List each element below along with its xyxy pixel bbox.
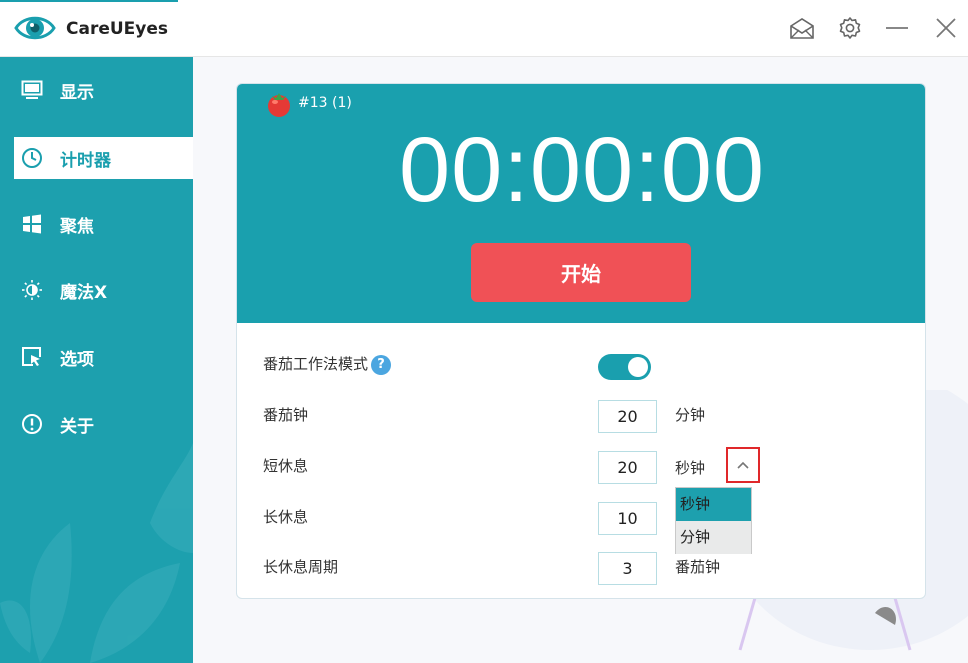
sidebar-item-label: 计时器 <box>60 150 111 171</box>
eye-logo-icon <box>14 16 56 40</box>
sidebar-item-display[interactable]: 显示 <box>14 69 193 111</box>
long-break-cycle-unit: 番茄钟 <box>675 558 721 576</box>
sidebar-item-label: 魔法X <box>60 282 108 303</box>
help-icon[interactable]: ? <box>371 354 392 375</box>
sidebar-item-magic-x[interactable]: 魔法X <box>14 269 193 311</box>
long-break-label: 长休息 <box>263 508 309 526</box>
unit-dropdown-toggle[interactable] <box>726 447 760 483</box>
monitor-icon <box>21 79 43 101</box>
toggle-knob <box>628 357 648 377</box>
sidebar-item-label: 显示 <box>60 82 94 103</box>
sidebar-item-timer[interactable]: 计时器 <box>14 137 193 179</box>
dropdown-option-minutes[interactable]: 分钟 <box>676 521 751 554</box>
mail-button[interactable] <box>786 12 818 44</box>
long-break-input[interactable]: 10 <box>598 502 657 535</box>
gear-icon <box>839 17 861 39</box>
title-accent-line <box>0 0 178 2</box>
close-button[interactable] <box>930 12 962 44</box>
short-break-input[interactable]: 20 <box>598 451 657 484</box>
timer-card: #13 (1) 00:00:00 开始 番茄工作法模式? 番茄钟 20 分钟 短… <box>236 83 926 599</box>
pomodoro-duration-label: 番茄钟 <box>263 406 309 424</box>
close-icon <box>936 18 956 38</box>
cursor-window-icon <box>21 346 43 368</box>
timer-display: 00:00:00 <box>398 119 766 221</box>
title-bar: CareUEyes <box>0 0 968 57</box>
pomodoro-duration-input[interactable]: 20 <box>598 400 657 433</box>
sidebar-item-label: 聚焦 <box>60 216 94 237</box>
sidebar: 显示 计时器 聚焦 魔法X 选项 关于 <box>0 57 193 663</box>
pomodoro-counter: #13 (1) <box>298 95 352 111</box>
sidebar-item-label: 选项 <box>60 349 94 370</box>
unit-dropdown-list: 秒钟 分钟 <box>675 487 752 554</box>
pomodoro-mode-row: 番茄工作法模式? <box>263 353 392 375</box>
mail-icon <box>790 18 814 39</box>
chevron-up-icon <box>737 461 749 469</box>
sidebar-item-options[interactable]: 选项 <box>14 336 193 378</box>
sun-icon <box>21 279 43 301</box>
dropdown-option-seconds[interactable]: 秒钟 <box>676 488 751 521</box>
app-title: CareUEyes <box>66 19 169 39</box>
tomato-icon <box>268 93 290 117</box>
leaf-decoration <box>0 443 193 663</box>
short-break-label: 短休息 <box>263 457 309 475</box>
pomodoro-duration-unit: 分钟 <box>675 406 706 424</box>
timer-header: #13 (1) 00:00:00 开始 <box>237 84 925 323</box>
minimize-button[interactable] <box>881 12 913 44</box>
short-break-unit[interactable]: 秒钟 <box>675 457 705 478</box>
start-button[interactable]: 开始 <box>471 243 691 302</box>
main-panel: #13 (1) 00:00:00 开始 番茄工作法模式? 番茄钟 20 分钟 短… <box>193 57 968 663</box>
windows-icon <box>21 213 43 235</box>
minimize-icon <box>886 27 908 29</box>
pomodoro-mode-toggle[interactable] <box>598 354 651 380</box>
sidebar-item-focus[interactable]: 聚焦 <box>14 203 193 245</box>
pomodoro-mode-label: 番茄工作法模式 <box>263 355 369 373</box>
settings-button[interactable] <box>834 12 866 44</box>
long-break-cycle-input[interactable]: 3 <box>598 552 657 585</box>
clock-icon <box>21 147 43 169</box>
long-break-cycle-label: 长休息周期 <box>263 558 339 576</box>
